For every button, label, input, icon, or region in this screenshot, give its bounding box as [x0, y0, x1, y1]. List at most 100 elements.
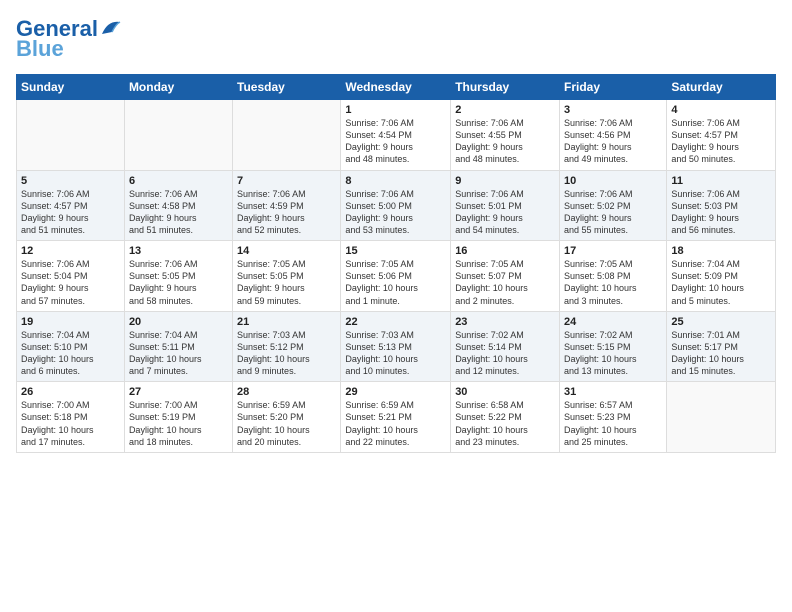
day-info: Sunrise: 7:02 AM Sunset: 5:15 PM Dayligh… — [564, 329, 662, 378]
day-info: Sunrise: 7:06 AM Sunset: 5:03 PM Dayligh… — [671, 188, 771, 237]
calendar-week-row: 5Sunrise: 7:06 AM Sunset: 4:57 PM Daylig… — [17, 170, 776, 241]
calendar-week-row: 12Sunrise: 7:06 AM Sunset: 5:04 PM Dayli… — [17, 241, 776, 312]
day-number: 31 — [564, 386, 662, 398]
day-number: 6 — [129, 175, 228, 187]
day-number: 30 — [455, 386, 555, 398]
day-info: Sunrise: 7:02 AM Sunset: 5:14 PM Dayligh… — [455, 329, 555, 378]
day-info: Sunrise: 6:58 AM Sunset: 5:22 PM Dayligh… — [455, 399, 555, 448]
day-number: 12 — [21, 245, 120, 257]
day-info: Sunrise: 7:06 AM Sunset: 4:55 PM Dayligh… — [455, 117, 555, 166]
weekday-header-thursday: Thursday — [451, 75, 560, 100]
day-info: Sunrise: 7:03 AM Sunset: 5:12 PM Dayligh… — [237, 329, 336, 378]
day-info: Sunrise: 6:59 AM Sunset: 5:20 PM Dayligh… — [237, 399, 336, 448]
calendar-table: SundayMondayTuesdayWednesdayThursdayFrid… — [16, 74, 776, 453]
weekday-header-wednesday: Wednesday — [341, 75, 451, 100]
day-number: 5 — [21, 175, 120, 187]
day-number: 14 — [237, 245, 336, 257]
calendar-day-cell: 11Sunrise: 7:06 AM Sunset: 5:03 PM Dayli… — [667, 170, 776, 241]
weekday-header-monday: Monday — [124, 75, 232, 100]
logo-blue: Blue — [16, 36, 64, 62]
day-info: Sunrise: 7:06 AM Sunset: 4:54 PM Dayligh… — [345, 117, 446, 166]
day-info: Sunrise: 7:06 AM Sunset: 4:58 PM Dayligh… — [129, 188, 228, 237]
day-number: 28 — [237, 386, 336, 398]
day-info: Sunrise: 7:06 AM Sunset: 4:57 PM Dayligh… — [671, 117, 771, 166]
calendar-day-cell: 31Sunrise: 6:57 AM Sunset: 5:23 PM Dayli… — [560, 382, 667, 453]
day-info: Sunrise: 7:03 AM Sunset: 5:13 PM Dayligh… — [345, 329, 446, 378]
calendar-week-row: 26Sunrise: 7:00 AM Sunset: 5:18 PM Dayli… — [17, 382, 776, 453]
day-info: Sunrise: 7:06 AM Sunset: 4:56 PM Dayligh… — [564, 117, 662, 166]
day-info: Sunrise: 7:06 AM Sunset: 5:01 PM Dayligh… — [455, 188, 555, 237]
calendar-day-cell — [233, 100, 341, 171]
day-info: Sunrise: 7:00 AM Sunset: 5:19 PM Dayligh… — [129, 399, 228, 448]
calendar-day-cell: 29Sunrise: 6:59 AM Sunset: 5:21 PM Dayli… — [341, 382, 451, 453]
day-number: 17 — [564, 245, 662, 257]
calendar-week-row: 1Sunrise: 7:06 AM Sunset: 4:54 PM Daylig… — [17, 100, 776, 171]
logo-bird-icon — [100, 18, 122, 36]
day-info: Sunrise: 7:06 AM Sunset: 5:00 PM Dayligh… — [345, 188, 446, 237]
day-info: Sunrise: 7:06 AM Sunset: 4:57 PM Dayligh… — [21, 188, 120, 237]
calendar-day-cell: 18Sunrise: 7:04 AM Sunset: 5:09 PM Dayli… — [667, 241, 776, 312]
weekday-header-friday: Friday — [560, 75, 667, 100]
day-number: 25 — [671, 316, 771, 328]
day-info: Sunrise: 7:04 AM Sunset: 5:09 PM Dayligh… — [671, 258, 771, 307]
calendar-day-cell: 10Sunrise: 7:06 AM Sunset: 5:02 PM Dayli… — [560, 170, 667, 241]
calendar-day-cell: 14Sunrise: 7:05 AM Sunset: 5:05 PM Dayli… — [233, 241, 341, 312]
day-number: 7 — [237, 175, 336, 187]
calendar-day-cell: 1Sunrise: 7:06 AM Sunset: 4:54 PM Daylig… — [341, 100, 451, 171]
calendar-day-cell — [17, 100, 125, 171]
day-info: Sunrise: 7:06 AM Sunset: 5:05 PM Dayligh… — [129, 258, 228, 307]
calendar-day-cell: 21Sunrise: 7:03 AM Sunset: 5:12 PM Dayli… — [233, 311, 341, 382]
calendar-day-cell: 16Sunrise: 7:05 AM Sunset: 5:07 PM Dayli… — [451, 241, 560, 312]
day-number: 15 — [345, 245, 446, 257]
calendar-day-cell: 28Sunrise: 6:59 AM Sunset: 5:20 PM Dayli… — [233, 382, 341, 453]
calendar-day-cell: 3Sunrise: 7:06 AM Sunset: 4:56 PM Daylig… — [560, 100, 667, 171]
day-info: Sunrise: 7:05 AM Sunset: 5:06 PM Dayligh… — [345, 258, 446, 307]
calendar-day-cell: 17Sunrise: 7:05 AM Sunset: 5:08 PM Dayli… — [560, 241, 667, 312]
day-number: 21 — [237, 316, 336, 328]
calendar-day-cell: 25Sunrise: 7:01 AM Sunset: 5:17 PM Dayli… — [667, 311, 776, 382]
calendar-day-cell — [667, 382, 776, 453]
day-number: 1 — [345, 104, 446, 116]
calendar-day-cell — [124, 100, 232, 171]
header: General Blue — [16, 16, 776, 62]
calendar-day-cell: 8Sunrise: 7:06 AM Sunset: 5:00 PM Daylig… — [341, 170, 451, 241]
day-number: 9 — [455, 175, 555, 187]
day-info: Sunrise: 7:05 AM Sunset: 5:08 PM Dayligh… — [564, 258, 662, 307]
calendar-day-cell: 23Sunrise: 7:02 AM Sunset: 5:14 PM Dayli… — [451, 311, 560, 382]
day-info: Sunrise: 7:04 AM Sunset: 5:10 PM Dayligh… — [21, 329, 120, 378]
day-number: 29 — [345, 386, 446, 398]
day-number: 16 — [455, 245, 555, 257]
day-number: 2 — [455, 104, 555, 116]
calendar-day-cell: 15Sunrise: 7:05 AM Sunset: 5:06 PM Dayli… — [341, 241, 451, 312]
day-number: 20 — [129, 316, 228, 328]
day-info: Sunrise: 7:05 AM Sunset: 5:07 PM Dayligh… — [455, 258, 555, 307]
day-number: 27 — [129, 386, 228, 398]
day-number: 23 — [455, 316, 555, 328]
calendar-day-cell: 9Sunrise: 7:06 AM Sunset: 5:01 PM Daylig… — [451, 170, 560, 241]
day-info: Sunrise: 6:59 AM Sunset: 5:21 PM Dayligh… — [345, 399, 446, 448]
day-info: Sunrise: 7:06 AM Sunset: 5:04 PM Dayligh… — [21, 258, 120, 307]
day-number: 11 — [671, 175, 771, 187]
day-number: 22 — [345, 316, 446, 328]
calendar-day-cell: 5Sunrise: 7:06 AM Sunset: 4:57 PM Daylig… — [17, 170, 125, 241]
calendar-day-cell: 12Sunrise: 7:06 AM Sunset: 5:04 PM Dayli… — [17, 241, 125, 312]
day-number: 3 — [564, 104, 662, 116]
calendar-day-cell: 7Sunrise: 7:06 AM Sunset: 4:59 PM Daylig… — [233, 170, 341, 241]
calendar-day-cell: 13Sunrise: 7:06 AM Sunset: 5:05 PM Dayli… — [124, 241, 232, 312]
day-info: Sunrise: 7:01 AM Sunset: 5:17 PM Dayligh… — [671, 329, 771, 378]
calendar-day-cell: 22Sunrise: 7:03 AM Sunset: 5:13 PM Dayli… — [341, 311, 451, 382]
calendar-week-row: 19Sunrise: 7:04 AM Sunset: 5:10 PM Dayli… — [17, 311, 776, 382]
day-info: Sunrise: 7:06 AM Sunset: 5:02 PM Dayligh… — [564, 188, 662, 237]
weekday-header-sunday: Sunday — [17, 75, 125, 100]
day-number: 19 — [21, 316, 120, 328]
logo: General Blue — [16, 16, 122, 62]
day-info: Sunrise: 6:57 AM Sunset: 5:23 PM Dayligh… — [564, 399, 662, 448]
day-number: 8 — [345, 175, 446, 187]
calendar-day-cell: 2Sunrise: 7:06 AM Sunset: 4:55 PM Daylig… — [451, 100, 560, 171]
day-number: 13 — [129, 245, 228, 257]
calendar-day-cell: 26Sunrise: 7:00 AM Sunset: 5:18 PM Dayli… — [17, 382, 125, 453]
day-number: 26 — [21, 386, 120, 398]
calendar-day-cell: 6Sunrise: 7:06 AM Sunset: 4:58 PM Daylig… — [124, 170, 232, 241]
weekday-header-saturday: Saturday — [667, 75, 776, 100]
calendar-day-cell: 24Sunrise: 7:02 AM Sunset: 5:15 PM Dayli… — [560, 311, 667, 382]
